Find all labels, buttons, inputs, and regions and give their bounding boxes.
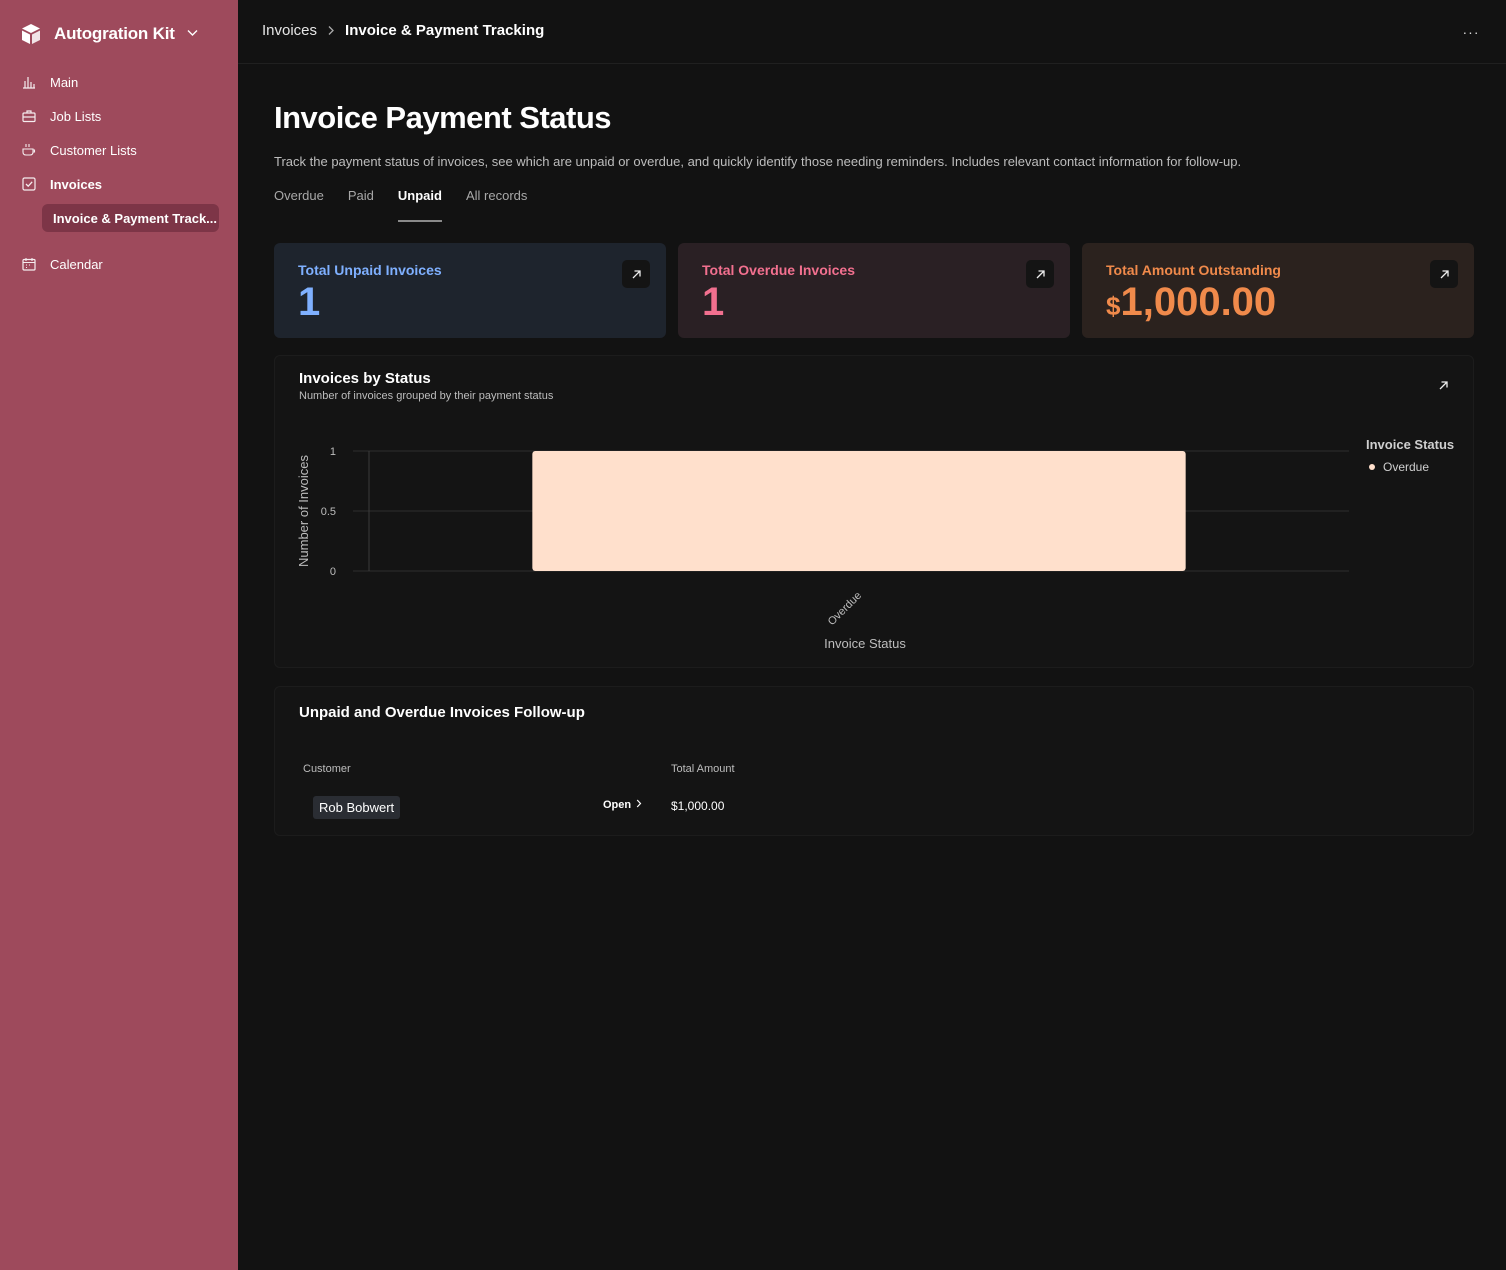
- bar-overdue: [532, 451, 1186, 571]
- kpi-total-unpaid: Total Unpaid Invoices 1: [274, 243, 666, 338]
- checkbox-icon: [22, 177, 36, 191]
- tab-overdue[interactable]: Overdue: [274, 188, 324, 222]
- total-amount-cell: $1,000.00: [671, 799, 725, 813]
- legend-title: Invoice Status: [1366, 437, 1455, 452]
- bar-chart-icon: [22, 75, 36, 89]
- legend-dot: [1369, 464, 1375, 470]
- page-description: Track the payment status of invoices, se…: [274, 154, 1242, 169]
- workspace-name: Autogration Kit: [54, 24, 175, 43]
- kpi-value: 1: [702, 280, 1046, 324]
- kpi-total-outstanding: Total Amount Outstanding $1,000.00: [1082, 243, 1474, 338]
- kpi-number: 1,000.00: [1120, 280, 1277, 324]
- sidebar-item-invoice-payment-tracking[interactable]: Invoice & Payment Track...: [42, 204, 219, 232]
- followup-title: Unpaid and Overdue Invoices Follow-up: [299, 704, 585, 721]
- x-tick-label: Overdue: [826, 590, 864, 628]
- y-tick-label: 0.5: [321, 506, 336, 518]
- sidebar-item-label: Invoices: [50, 176, 103, 192]
- customer-chip[interactable]: Rob Bobwert: [313, 796, 401, 819]
- breadcrumb-invoices[interactable]: Invoices: [262, 22, 317, 39]
- more-options-button[interactable]: ···: [1456, 18, 1486, 46]
- briefcase-icon: [22, 109, 36, 123]
- expand-arrow-icon[interactable]: [622, 260, 650, 288]
- chevron-right-icon: [636, 799, 642, 811]
- workspace-switcher[interactable]: Autogration Kit: [18, 20, 198, 48]
- sidebar-item-label: Calendar: [50, 256, 103, 272]
- breadcrumb: Invoices Invoice & Payment Tracking: [262, 22, 544, 39]
- kpi-number: 1: [702, 280, 725, 324]
- x-axis-title: Invoice Status: [824, 636, 906, 651]
- currency-symbol: $: [1106, 291, 1121, 321]
- legend-item-overdue[interactable]: Overdue: [1369, 460, 1429, 474]
- y-tick-label: 0: [330, 566, 336, 578]
- sidebar-item-customer-lists[interactable]: Customer Lists: [10, 136, 228, 164]
- kpi-number: 1: [298, 280, 321, 324]
- page-title: Invoice Payment Status: [274, 100, 612, 135]
- expand-arrow-icon[interactable]: [1430, 260, 1458, 288]
- tab-all-records[interactable]: All records: [466, 188, 527, 222]
- followup-card: Unpaid and Overdue Invoices Follow-up Cu…: [274, 686, 1474, 836]
- y-tick-label: 1: [330, 446, 336, 458]
- breadcrumb-current: Invoice & Payment Tracking: [345, 22, 545, 39]
- sidebar-item-calendar[interactable]: Calendar: [10, 250, 228, 278]
- sidebar-item-label: Job Lists: [50, 108, 102, 124]
- sidebar-item-label: Main: [50, 74, 79, 90]
- chevron-down-icon: [187, 28, 198, 40]
- view-tabs: Overdue Paid Unpaid All records: [274, 188, 527, 222]
- column-header-customer: Customer: [303, 763, 351, 775]
- column-header-total-amount: Total Amount: [671, 763, 735, 775]
- open-record-link[interactable]: Open: [603, 799, 642, 811]
- chevron-right-icon: [327, 23, 335, 39]
- workspace-logo-icon: [18, 21, 44, 47]
- sidebar-item-job-lists[interactable]: Job Lists: [10, 102, 228, 130]
- kpi-value: $1,000.00: [1106, 280, 1450, 328]
- bar-chart: 0 0.5 1 Overdue Invoice Status Number of Invo…: [296, 446, 1349, 651]
- kpi-value: 1: [298, 280, 642, 324]
- sidebar: Autogration Kit Main Job Lists Customer …: [0, 0, 238, 1270]
- sidebar-item-main[interactable]: Main: [10, 68, 228, 96]
- calendar-icon: [22, 257, 36, 271]
- kpi-label: Total Overdue Invoices: [702, 262, 856, 278]
- coffee-cup-icon: [22, 143, 36, 157]
- sidebar-item-invoices[interactable]: Invoices: [10, 170, 228, 198]
- tab-paid[interactable]: Paid: [348, 188, 374, 222]
- legend-label: Overdue: [1383, 460, 1430, 474]
- open-label: Open: [603, 799, 632, 811]
- y-axis-title: Number of Invoices: [296, 455, 311, 567]
- chart-card: Invoices by Status Number of invoices gr…: [274, 355, 1474, 668]
- kpi-label: Total Unpaid Invoices: [298, 262, 442, 278]
- kpi-total-overdue: Total Overdue Invoices 1: [678, 243, 1070, 338]
- top-bar: Invoices Invoice & Payment Tracking ···: [238, 0, 1506, 64]
- kpi-label: Total Amount Outstanding: [1106, 262, 1281, 278]
- sidebar-item-label: Customer Lists: [50, 142, 137, 158]
- expand-arrow-icon[interactable]: [1026, 260, 1054, 288]
- tab-unpaid[interactable]: Unpaid: [397, 188, 443, 222]
